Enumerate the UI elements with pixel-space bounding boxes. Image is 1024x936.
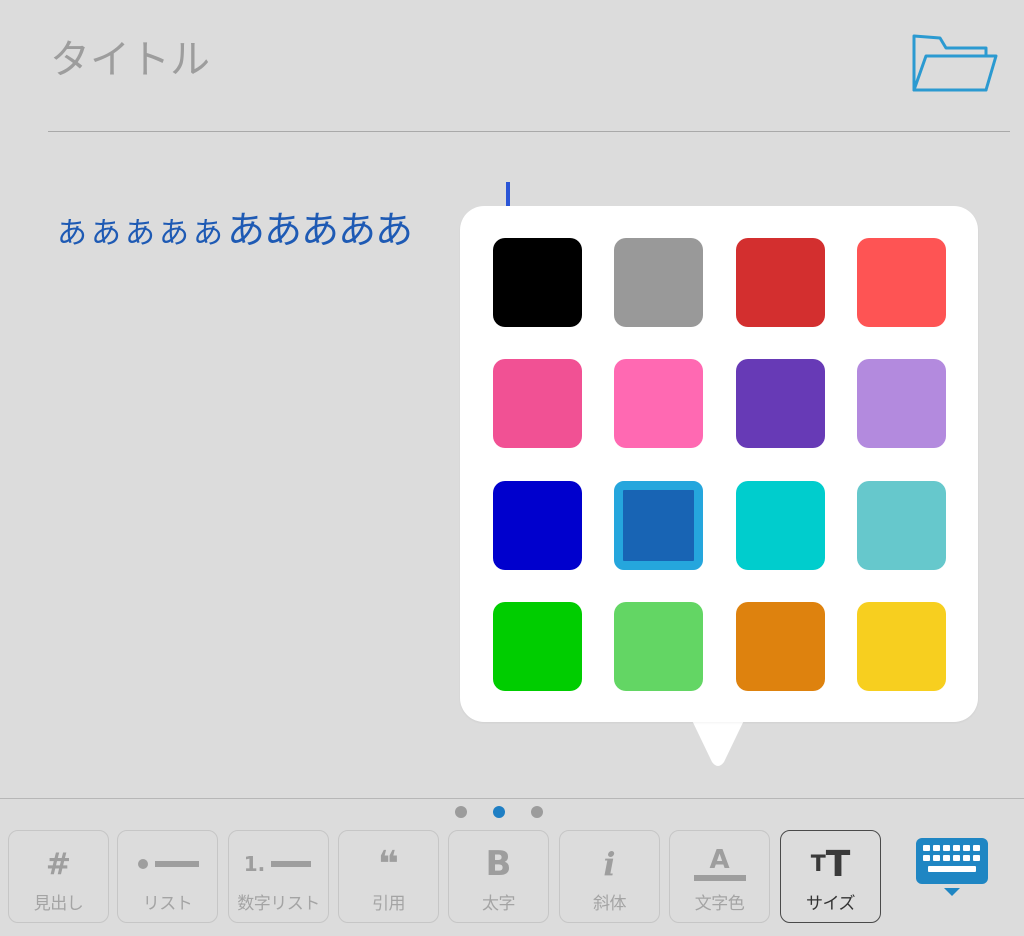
quote-icon: ❝ bbox=[377, 843, 400, 885]
quote-button-label: 引用 bbox=[372, 894, 406, 914]
color-picker-popover bbox=[460, 206, 978, 722]
bullet-list-icon bbox=[118, 845, 217, 883]
color-swatch-yellow[interactable] bbox=[857, 602, 946, 691]
text-color-icon: A bbox=[670, 845, 769, 883]
numbered-list-button[interactable]: 1. 数字リスト bbox=[228, 830, 329, 923]
color-swatch-purple[interactable] bbox=[736, 359, 825, 448]
list-button-label: リスト bbox=[142, 894, 193, 914]
text-size-icon: TT bbox=[810, 843, 851, 885]
quote-button[interactable]: ❝ 引用 bbox=[338, 830, 439, 923]
color-swatch-dark-pink[interactable] bbox=[493, 359, 582, 448]
body-text-large: あああああ bbox=[227, 208, 413, 252]
heading-button-label: 見出し bbox=[33, 894, 84, 914]
bold-button[interactable]: B 太字 bbox=[448, 830, 549, 923]
color-swatch-pink[interactable] bbox=[614, 359, 703, 448]
bold-icon: B bbox=[485, 844, 512, 884]
folder-icon[interactable] bbox=[906, 26, 1002, 102]
page-dot[interactable] bbox=[455, 806, 467, 818]
color-swatch-medium-blue[interactable] bbox=[614, 481, 703, 570]
color-swatch-black[interactable] bbox=[493, 238, 582, 327]
color-swatch-cyan[interactable] bbox=[736, 481, 825, 570]
page-dot[interactable] bbox=[531, 806, 543, 818]
bold-button-label: 太字 bbox=[482, 894, 516, 914]
color-swatch-teal[interactable] bbox=[857, 481, 946, 570]
heading-button[interactable]: # 見出し bbox=[8, 830, 109, 923]
color-swatch-blue[interactable] bbox=[493, 481, 582, 570]
title-divider bbox=[48, 131, 1010, 132]
hash-icon: # bbox=[45, 846, 72, 882]
italic-icon: i bbox=[603, 845, 616, 883]
editor-body[interactable]: ああああああああああ bbox=[57, 200, 413, 268]
italic-button[interactable]: i 斜体 bbox=[559, 830, 660, 923]
numbered-list-button-label: 数字リスト bbox=[237, 894, 320, 914]
list-button[interactable]: リスト bbox=[117, 830, 218, 923]
color-swatch-light-red[interactable] bbox=[857, 238, 946, 327]
page-dot[interactable] bbox=[493, 806, 505, 818]
color-swatch-lavender[interactable] bbox=[857, 359, 946, 448]
size-button[interactable]: T T サイズ bbox=[780, 830, 881, 923]
keyboard-icon[interactable] bbox=[914, 836, 994, 902]
color-swatch-light-green[interactable] bbox=[614, 602, 703, 691]
italic-button-label: 斜体 bbox=[593, 894, 627, 914]
color-swatch-green[interactable] bbox=[493, 602, 582, 691]
title-input[interactable] bbox=[50, 30, 890, 90]
text-color-button-label: 文字色 bbox=[694, 894, 745, 914]
text-color-button[interactable]: A 文字色 bbox=[669, 830, 770, 923]
color-swatch-orange[interactable] bbox=[736, 602, 825, 691]
color-swatch-red[interactable] bbox=[736, 238, 825, 327]
size-button-label: サイズ bbox=[806, 894, 856, 914]
numbered-list-icon: 1. bbox=[229, 845, 328, 883]
color-swatch-gray[interactable] bbox=[614, 238, 703, 327]
toolbar-page-indicator bbox=[0, 806, 1024, 820]
body-text-small: あああああ bbox=[57, 216, 227, 251]
